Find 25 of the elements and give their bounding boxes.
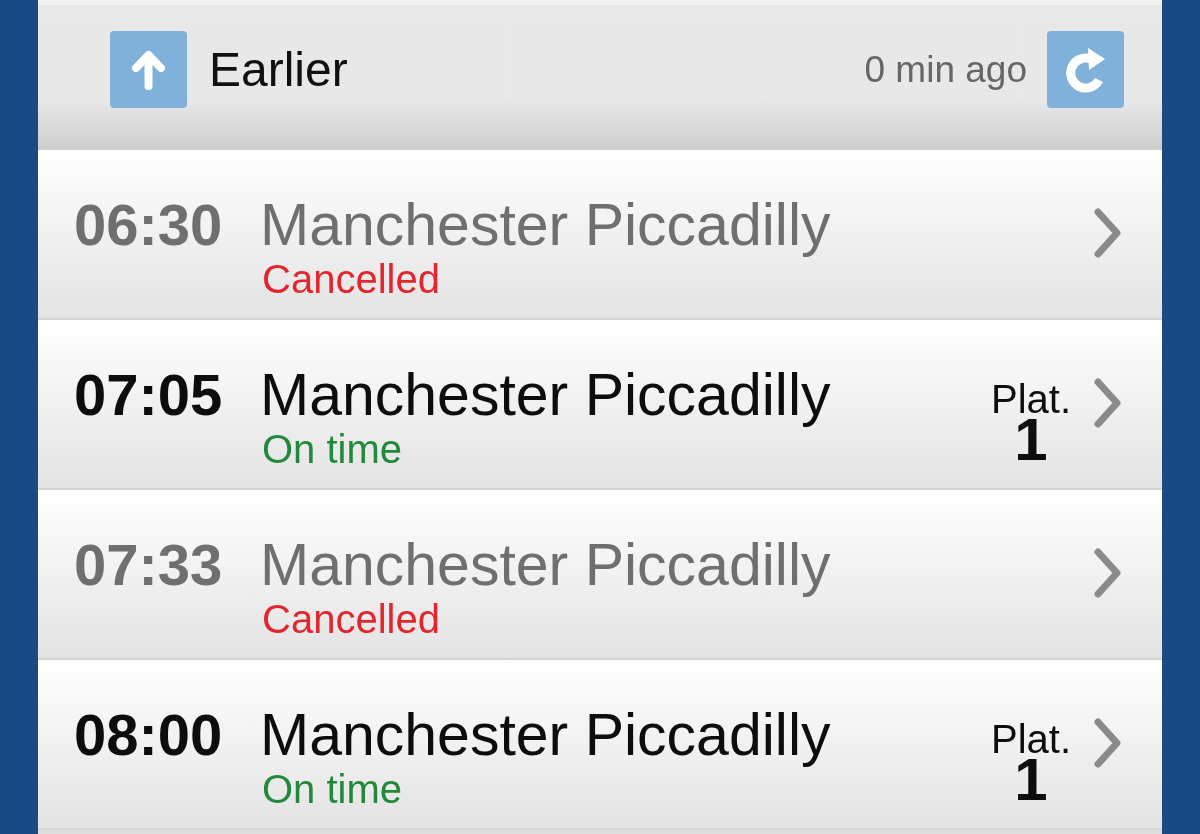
earlier-button[interactable]: Earlier bbox=[110, 31, 348, 108]
departure-row[interactable]: 07:33 Manchester Piccadilly Cancelled bbox=[38, 490, 1162, 660]
refresh-button[interactable] bbox=[1047, 31, 1124, 108]
departure-time: 06:30 bbox=[74, 196, 224, 254]
last-updated: 0 min ago bbox=[864, 49, 1027, 90]
chevron-right-icon bbox=[1093, 717, 1122, 769]
platform-number: 1 bbox=[1014, 420, 1048, 460]
departure-row[interactable]: 07:05 Manchester Piccadilly On time Plat. 1 bbox=[38, 320, 1162, 490]
departure-time: 08:00 bbox=[74, 706, 224, 764]
arrow-up-icon bbox=[110, 31, 187, 108]
departure-row[interactable]: 08:00 Manchester Piccadilly On time Plat. 1 bbox=[38, 660, 1162, 830]
departure-status: On time bbox=[262, 429, 403, 469]
departure-time: 07:33 bbox=[74, 536, 224, 594]
departure-time: 07:05 bbox=[74, 366, 224, 424]
platform-label: Plat. bbox=[990, 719, 1071, 759]
chevron-right-icon bbox=[1093, 547, 1122, 599]
refresh-icon bbox=[1065, 46, 1106, 93]
chevron-right-icon bbox=[1093, 377, 1122, 429]
chevron-right-icon bbox=[1093, 207, 1122, 259]
platform-label: Plat. bbox=[990, 379, 1071, 419]
departure-status: On time bbox=[262, 769, 403, 809]
departure-status: Cancelled bbox=[262, 259, 440, 299]
departure-status: Cancelled bbox=[262, 599, 440, 639]
platform-number: 1 bbox=[1014, 760, 1048, 800]
departure-row[interactable]: 06:30 Manchester Piccadilly Cancelled bbox=[38, 150, 1162, 320]
